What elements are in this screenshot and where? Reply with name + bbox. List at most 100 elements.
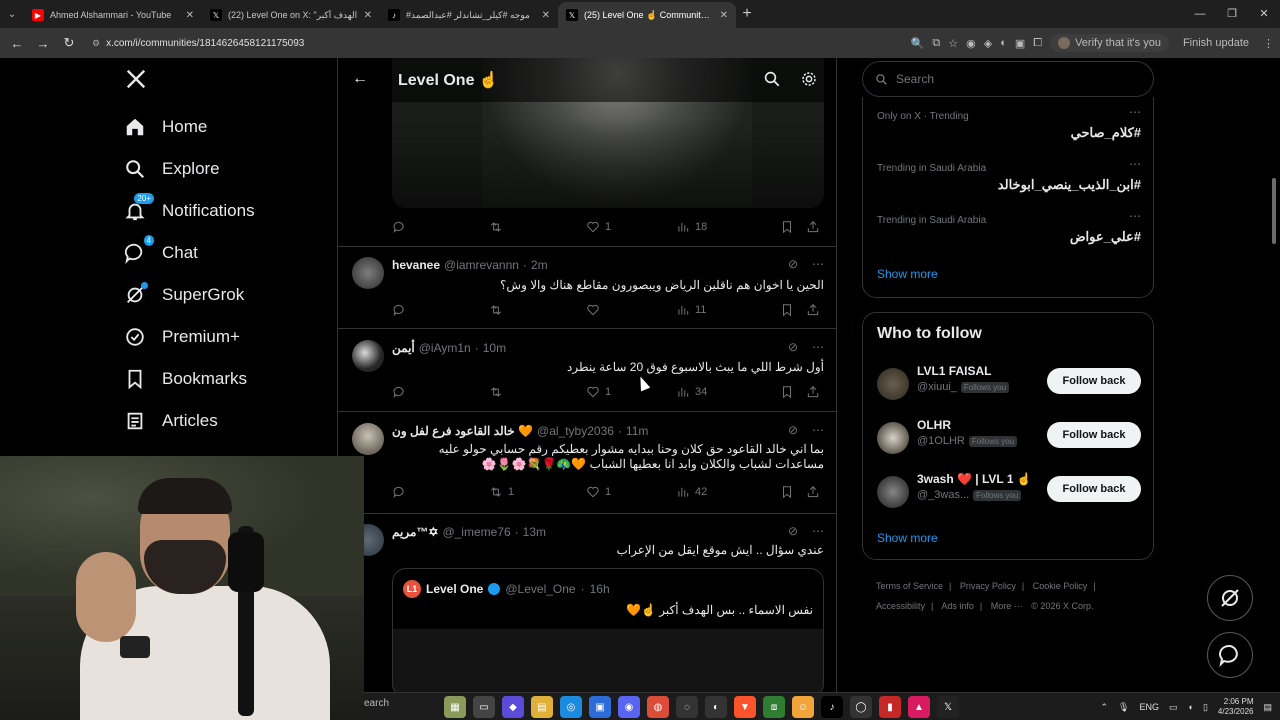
grok-icon[interactable]: ⊘ [788, 340, 798, 354]
close-icon[interactable]: ✕ [186, 10, 194, 21]
views-button[interactable]: 42 [676, 485, 780, 499]
show-more-link[interactable]: Show more [877, 531, 938, 545]
views-button[interactable]: 18 [676, 220, 780, 234]
edge-icon[interactable]: ◎ [560, 696, 582, 718]
share-button[interactable] [806, 485, 820, 499]
more-icon[interactable]: ⋯ [812, 340, 824, 354]
share-button[interactable] [806, 303, 820, 317]
trend-item[interactable]: Only on X · Trending #كلام_صاحي ⋯ [877, 105, 1141, 140]
sidebar-item-articles[interactable]: Articles [124, 410, 218, 432]
reply-button[interactable] [392, 485, 489, 499]
discord-icon[interactable]: ◉ [618, 696, 640, 718]
page-scrollbar[interactable] [1270, 60, 1278, 690]
follow-back-button[interactable]: Follow back [1047, 476, 1141, 502]
quoted-tweet[interactable]: L1 Level One @Level_One · 16h نفس الاسما… [392, 568, 824, 692]
browser-tab-tiktok[interactable]: ♪ #موجه #كيلر_تشاندلر #عبدالصمد ✕ [380, 2, 558, 28]
reload-icon[interactable]: ↻ [58, 35, 80, 51]
window-close-icon[interactable]: ✕ [1248, 0, 1280, 28]
back-icon[interactable]: ← [6, 36, 28, 51]
app-icon[interactable]: ◌ [676, 696, 698, 718]
extension-icon[interactable]: ◐ [1000, 37, 1007, 49]
tiktok-icon[interactable]: ♪ [821, 696, 843, 718]
close-icon[interactable]: ✕ [542, 10, 550, 21]
follow-name[interactable]: 3wash ❤️ | LVL 1 ☝️ [917, 472, 1032, 486]
author-handle[interactable]: @al_tyby2036 [537, 424, 614, 438]
app-icon[interactable]: ⧈ [763, 696, 785, 718]
site-info-icon[interactable]: ⚙ [92, 38, 100, 49]
new-tab-icon[interactable]: + [736, 5, 758, 23]
task-view-icon[interactable]: ▭ [473, 696, 495, 718]
follow-suggestion[interactable]: LVL1 FAISAL @xiuui_ Follows you Follow b… [877, 364, 1141, 402]
clock[interactable]: 2:06 PM 4/23/2026 [1218, 697, 1254, 717]
address-bar[interactable]: ⚙ x.com/i/communities/181462645812117509… [92, 38, 872, 49]
avatar[interactable] [877, 368, 909, 400]
footer-link[interactable]: Cookie Policy [1033, 581, 1088, 591]
quoted-tweet-media[interactable] [393, 629, 823, 692]
bookmark-button[interactable] [780, 220, 806, 234]
retweet-button[interactable] [489, 303, 586, 317]
extension-icon[interactable]: ◉ [966, 37, 976, 50]
bookmark-button[interactable] [780, 385, 806, 399]
reply-button[interactable] [392, 385, 489, 399]
chat-fab-button[interactable] [1207, 632, 1253, 678]
minimize-icon[interactable]: — [1184, 0, 1216, 28]
reply-button[interactable] [392, 220, 489, 234]
volume-icon[interactable]: ◖ [1188, 702, 1193, 712]
puzzle-icon[interactable]: ⧠ [1033, 37, 1042, 50]
tweet-time[interactable]: 11m [626, 424, 648, 438]
browser-tab-x-post[interactable]: 𝕏 (22) Level One on X: "الهدف أكبر ✕ [202, 2, 380, 28]
reply-button[interactable] [392, 303, 489, 317]
sidebar-item-home[interactable]: Home [124, 116, 207, 138]
grok-icon[interactable]: ⊘ [788, 423, 798, 437]
scrollbar-thumb[interactable] [1272, 178, 1276, 244]
more-icon[interactable]: ⋯ [1129, 209, 1141, 223]
more-icon[interactable]: ⋯ [1129, 157, 1141, 171]
trend-item[interactable]: Trending in Saudi Arabia #علي_عواض ⋯ [877, 209, 1141, 244]
grok-fab-button[interactable] [1207, 575, 1253, 621]
more-icon[interactable]: ⋯ [1129, 105, 1141, 119]
author-handle[interactable]: @_imeme76 [442, 525, 510, 539]
extension-icon[interactable]: ◈ [984, 37, 992, 50]
sidebar-item-premium[interactable]: Premium+ [124, 326, 240, 348]
grok-icon[interactable]: ⊘ [788, 524, 798, 538]
zoom-icon[interactable]: 🔍 [911, 37, 925, 50]
back-arrow-icon[interactable]: ← [352, 70, 368, 88]
restore-icon[interactable]: ❐ [1216, 0, 1248, 28]
close-icon[interactable]: ✕ [364, 10, 372, 21]
author-handle[interactable]: @iamrevannn [444, 258, 519, 272]
retweet-button[interactable] [489, 220, 586, 234]
author-name[interactable]: أيمن [392, 341, 415, 355]
tweet-time[interactable]: 2m [531, 258, 548, 272]
share-button[interactable] [806, 220, 820, 234]
avatar[interactable] [352, 257, 384, 289]
app-icon[interactable]: ☺ [792, 696, 814, 718]
avatar[interactable] [877, 422, 909, 454]
sidebar-item-explore[interactable]: Explore [124, 158, 220, 180]
follow-back-button[interactable]: Follow back [1047, 422, 1141, 448]
brave-icon[interactable]: ▼ [734, 696, 756, 718]
more-icon[interactable]: ⋯ [812, 423, 824, 437]
browser-tab-youtube[interactable]: ▶ Ahmed Alshammari - YouTube ✕ [24, 2, 202, 28]
taskbar-search[interactable]: earch [364, 698, 389, 709]
retweet-button[interactable]: 1 [489, 485, 586, 499]
language-indicator[interactable]: ENG [1139, 702, 1159, 712]
views-button[interactable]: 11 [676, 303, 780, 317]
follow-name[interactable]: LVL1 FAISAL [917, 364, 991, 378]
file-explorer-icon[interactable]: ▤ [531, 696, 553, 718]
app-icon[interactable]: ◐ [705, 696, 727, 718]
grok-icon[interactable]: ⊘ [788, 257, 798, 271]
author-name[interactable]: خالد القاعود فرع لفل ون 🧡 [392, 424, 533, 438]
retweet-button[interactable] [489, 385, 586, 399]
network-icon[interactable]: ▭ [1169, 702, 1178, 713]
sidebar-item-supergrok[interactable]: SuperGrok [124, 282, 244, 306]
sidebar-item-bookmarks[interactable]: Bookmarks [124, 368, 247, 390]
x-icon[interactable]: 𝕏 [937, 696, 959, 718]
author-name[interactable]: مريم™✡ [392, 525, 438, 539]
search-icon[interactable] [763, 70, 781, 88]
store-icon[interactable]: ▣ [589, 696, 611, 718]
follow-suggestion[interactable]: OLHR @1OLHR Follows you Follow back [877, 418, 1141, 456]
notification-center-icon[interactable]: ▤ [1263, 702, 1272, 713]
avatar[interactable] [352, 423, 384, 455]
views-button[interactable]: 34 [676, 385, 780, 399]
follow-name[interactable]: OLHR [917, 418, 951, 432]
